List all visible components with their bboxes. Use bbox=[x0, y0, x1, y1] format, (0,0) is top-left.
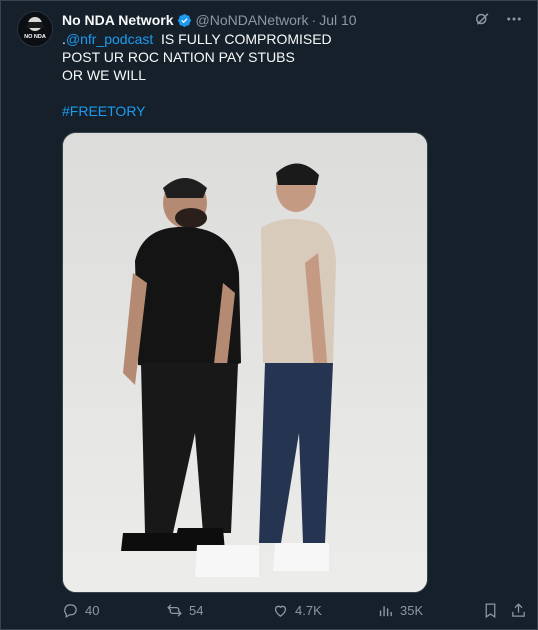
line1-text: IS FULLY COMPROMISED bbox=[153, 31, 332, 47]
repost-button[interactable]: 54 bbox=[166, 602, 203, 619]
more-icon[interactable] bbox=[505, 10, 523, 28]
heart-icon bbox=[274, 605, 287, 617]
views-icon bbox=[379, 606, 392, 617]
tweet-line-3: OR WE WILL bbox=[62, 67, 147, 83]
bookmark-button[interactable] bbox=[482, 602, 499, 619]
repost-count: 54 bbox=[189, 603, 204, 618]
share-button[interactable] bbox=[510, 602, 527, 619]
tweet-card[interactable]: NO NDA No NDA Network @NoNDANetwork · Ju… bbox=[0, 0, 538, 630]
action-bar: 40 54 4.7K 35K bbox=[62, 602, 527, 622]
separator-dot: · bbox=[311, 12, 317, 28]
tweet-line-1: .@nfr_podcast IS FULLY COMPROMISED bbox=[62, 30, 332, 48]
tweet-header: No NDA Network @NoNDANetwork · Jul 10 bbox=[62, 11, 357, 29]
tweet-line-2: POST UR ROC NATION PAY STUBS bbox=[62, 49, 295, 65]
bookmark-icon bbox=[485, 603, 496, 619]
share-icon bbox=[512, 603, 525, 617]
reply-button[interactable]: 40 bbox=[62, 602, 99, 619]
like-count: 4.7K bbox=[295, 603, 322, 618]
views-count: 35K bbox=[400, 603, 424, 618]
views-button[interactable]: 35K bbox=[377, 602, 423, 619]
reply-count: 40 bbox=[85, 603, 100, 618]
avatar-logo-text: NO NDA bbox=[24, 34, 46, 40]
like-button[interactable]: 4.7K bbox=[272, 602, 322, 619]
author-handle[interactable]: @NoNDANetwork bbox=[196, 12, 309, 28]
hashtag-link[interactable]: #FREETORY bbox=[62, 103, 146, 119]
tweet-media-photo[interactable] bbox=[62, 132, 428, 593]
reply-icon bbox=[64, 604, 77, 619]
author-name[interactable]: No NDA Network bbox=[62, 12, 174, 28]
verified-badge-icon bbox=[177, 13, 192, 28]
repost-icon bbox=[167, 604, 182, 617]
tweet-date[interactable]: Jul 10 bbox=[319, 12, 356, 28]
mention-link[interactable]: @nfr_podcast bbox=[66, 31, 153, 47]
avatar[interactable]: NO NDA bbox=[17, 11, 53, 47]
grok-icon[interactable] bbox=[473, 10, 491, 28]
tweet-text: .@nfr_podcast IS FULLY COMPROMISED POST … bbox=[62, 30, 332, 120]
